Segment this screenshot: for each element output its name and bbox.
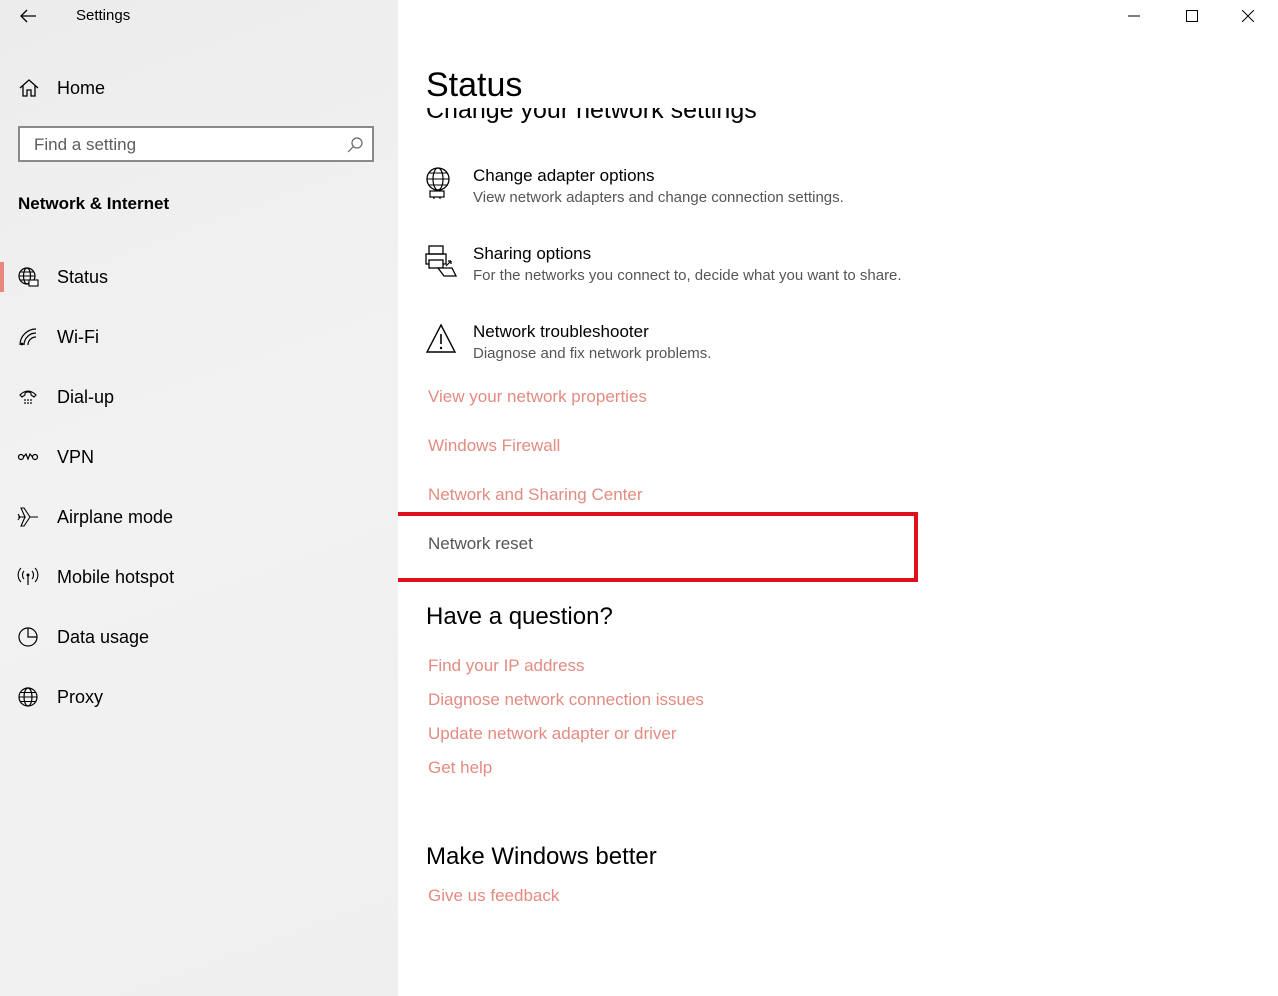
- section-title: Network & Internet: [18, 194, 170, 213]
- link-windows-firewall[interactable]: Windows Firewall: [428, 436, 560, 456]
- warning-icon: [425, 323, 457, 353]
- proxy-globe-icon: [18, 687, 38, 707]
- home-icon: [19, 79, 39, 97]
- link-network-sharing-center[interactable]: Network and Sharing Center: [428, 485, 643, 505]
- option-troubleshooter[interactable]: Network troubleshooter Diagnose and fix …: [424, 322, 1124, 378]
- option-description: View network adapters and change connect…: [473, 189, 844, 206]
- sidebar-item-dialup[interactable]: Dial-up: [0, 368, 398, 428]
- minimize-icon: [1128, 15, 1140, 17]
- close-button[interactable]: [1220, 0, 1276, 32]
- sidebar-item-wifi[interactable]: Wi-Fi: [0, 308, 398, 368]
- link-give-feedback[interactable]: Give us feedback: [428, 886, 559, 906]
- option-description: Diagnose and fix network problems.: [473, 345, 712, 362]
- app-title: Settings: [76, 7, 131, 24]
- data-usage-icon: [18, 627, 38, 647]
- link-view-network-properties[interactable]: View your network properties: [428, 387, 647, 407]
- sidebar-item-label: VPN: [57, 447, 95, 467]
- back-arrow-icon: [20, 9, 36, 23]
- sidebar-item-label: Proxy: [57, 687, 104, 707]
- page-title: Status: [426, 66, 543, 105]
- heading-make-windows-better: Make Windows better: [426, 843, 657, 870]
- search-icon[interactable]: [346, 136, 364, 154]
- sidebar-item-label: Dial-up: [57, 387, 115, 407]
- status-globe-icon: [18, 267, 39, 287]
- sidebar-item-label: Status: [57, 267, 109, 287]
- option-title: Network troubleshooter: [473, 322, 649, 341]
- link-update-adapter-driver[interactable]: Update network adapter or driver: [428, 724, 677, 744]
- adapter-icon: [426, 167, 450, 199]
- sidebar: Settings Home Network & Internet Status: [0, 0, 398, 996]
- dialup-icon: [19, 390, 37, 404]
- sidebar-item-label: Data usage: [57, 627, 150, 647]
- sidebar-item-status[interactable]: Status: [0, 248, 398, 308]
- option-description: For the networks you connect to, decide …: [473, 267, 902, 284]
- wifi-icon: [19, 328, 37, 346]
- minimize-button[interactable]: [1106, 0, 1162, 32]
- selection-indicator: [0, 262, 4, 292]
- link-diagnose-connection[interactable]: Diagnose network connection issues: [428, 690, 704, 710]
- option-change-adapter[interactable]: Change adapter options View network adap…: [424, 166, 1124, 222]
- sidebar-item-proxy[interactable]: Proxy: [0, 668, 398, 728]
- sidebar-nav: Status Wi-Fi Dial-up VPN Airplane mode M…: [0, 248, 398, 728]
- heading-have-a-question: Have a question?: [426, 603, 613, 630]
- option-title: Sharing options: [473, 244, 592, 263]
- sidebar-item-airplane[interactable]: Airplane mode: [0, 488, 398, 548]
- link-get-help[interactable]: Get help: [428, 758, 492, 778]
- maximize-button[interactable]: [1164, 0, 1220, 32]
- home-label: Home: [57, 78, 106, 98]
- sidebar-item-label: Wi-Fi: [57, 327, 99, 347]
- sidebar-item-label: Airplane mode: [57, 507, 174, 527]
- sidebar-item-hotspot[interactable]: Mobile hotspot: [0, 548, 398, 608]
- maximize-icon: [1186, 10, 1198, 22]
- option-title: Change adapter options: [473, 166, 655, 185]
- link-find-ip-address[interactable]: Find your IP address: [428, 656, 585, 676]
- hotspot-icon: [17, 567, 39, 585]
- sidebar-item-label: Mobile hotspot: [57, 567, 175, 587]
- main-content: Change your network settings Status Chan…: [398, 0, 1278, 996]
- vpn-icon: [17, 452, 39, 461]
- sidebar-item-data-usage[interactable]: Data usage: [0, 608, 398, 668]
- sidebar-item-vpn[interactable]: VPN: [0, 428, 398, 488]
- sidebar-home[interactable]: Home: [0, 70, 398, 106]
- sharing-icon: [425, 245, 458, 277]
- back-button[interactable]: [14, 4, 42, 28]
- highlight-box: [398, 512, 918, 582]
- option-sharing[interactable]: Sharing options For the networks you con…: [424, 244, 1124, 300]
- close-icon: [1242, 10, 1254, 22]
- search-box[interactable]: [18, 126, 374, 162]
- airplane-icon: [17, 507, 39, 527]
- search-input[interactable]: [20, 128, 346, 162]
